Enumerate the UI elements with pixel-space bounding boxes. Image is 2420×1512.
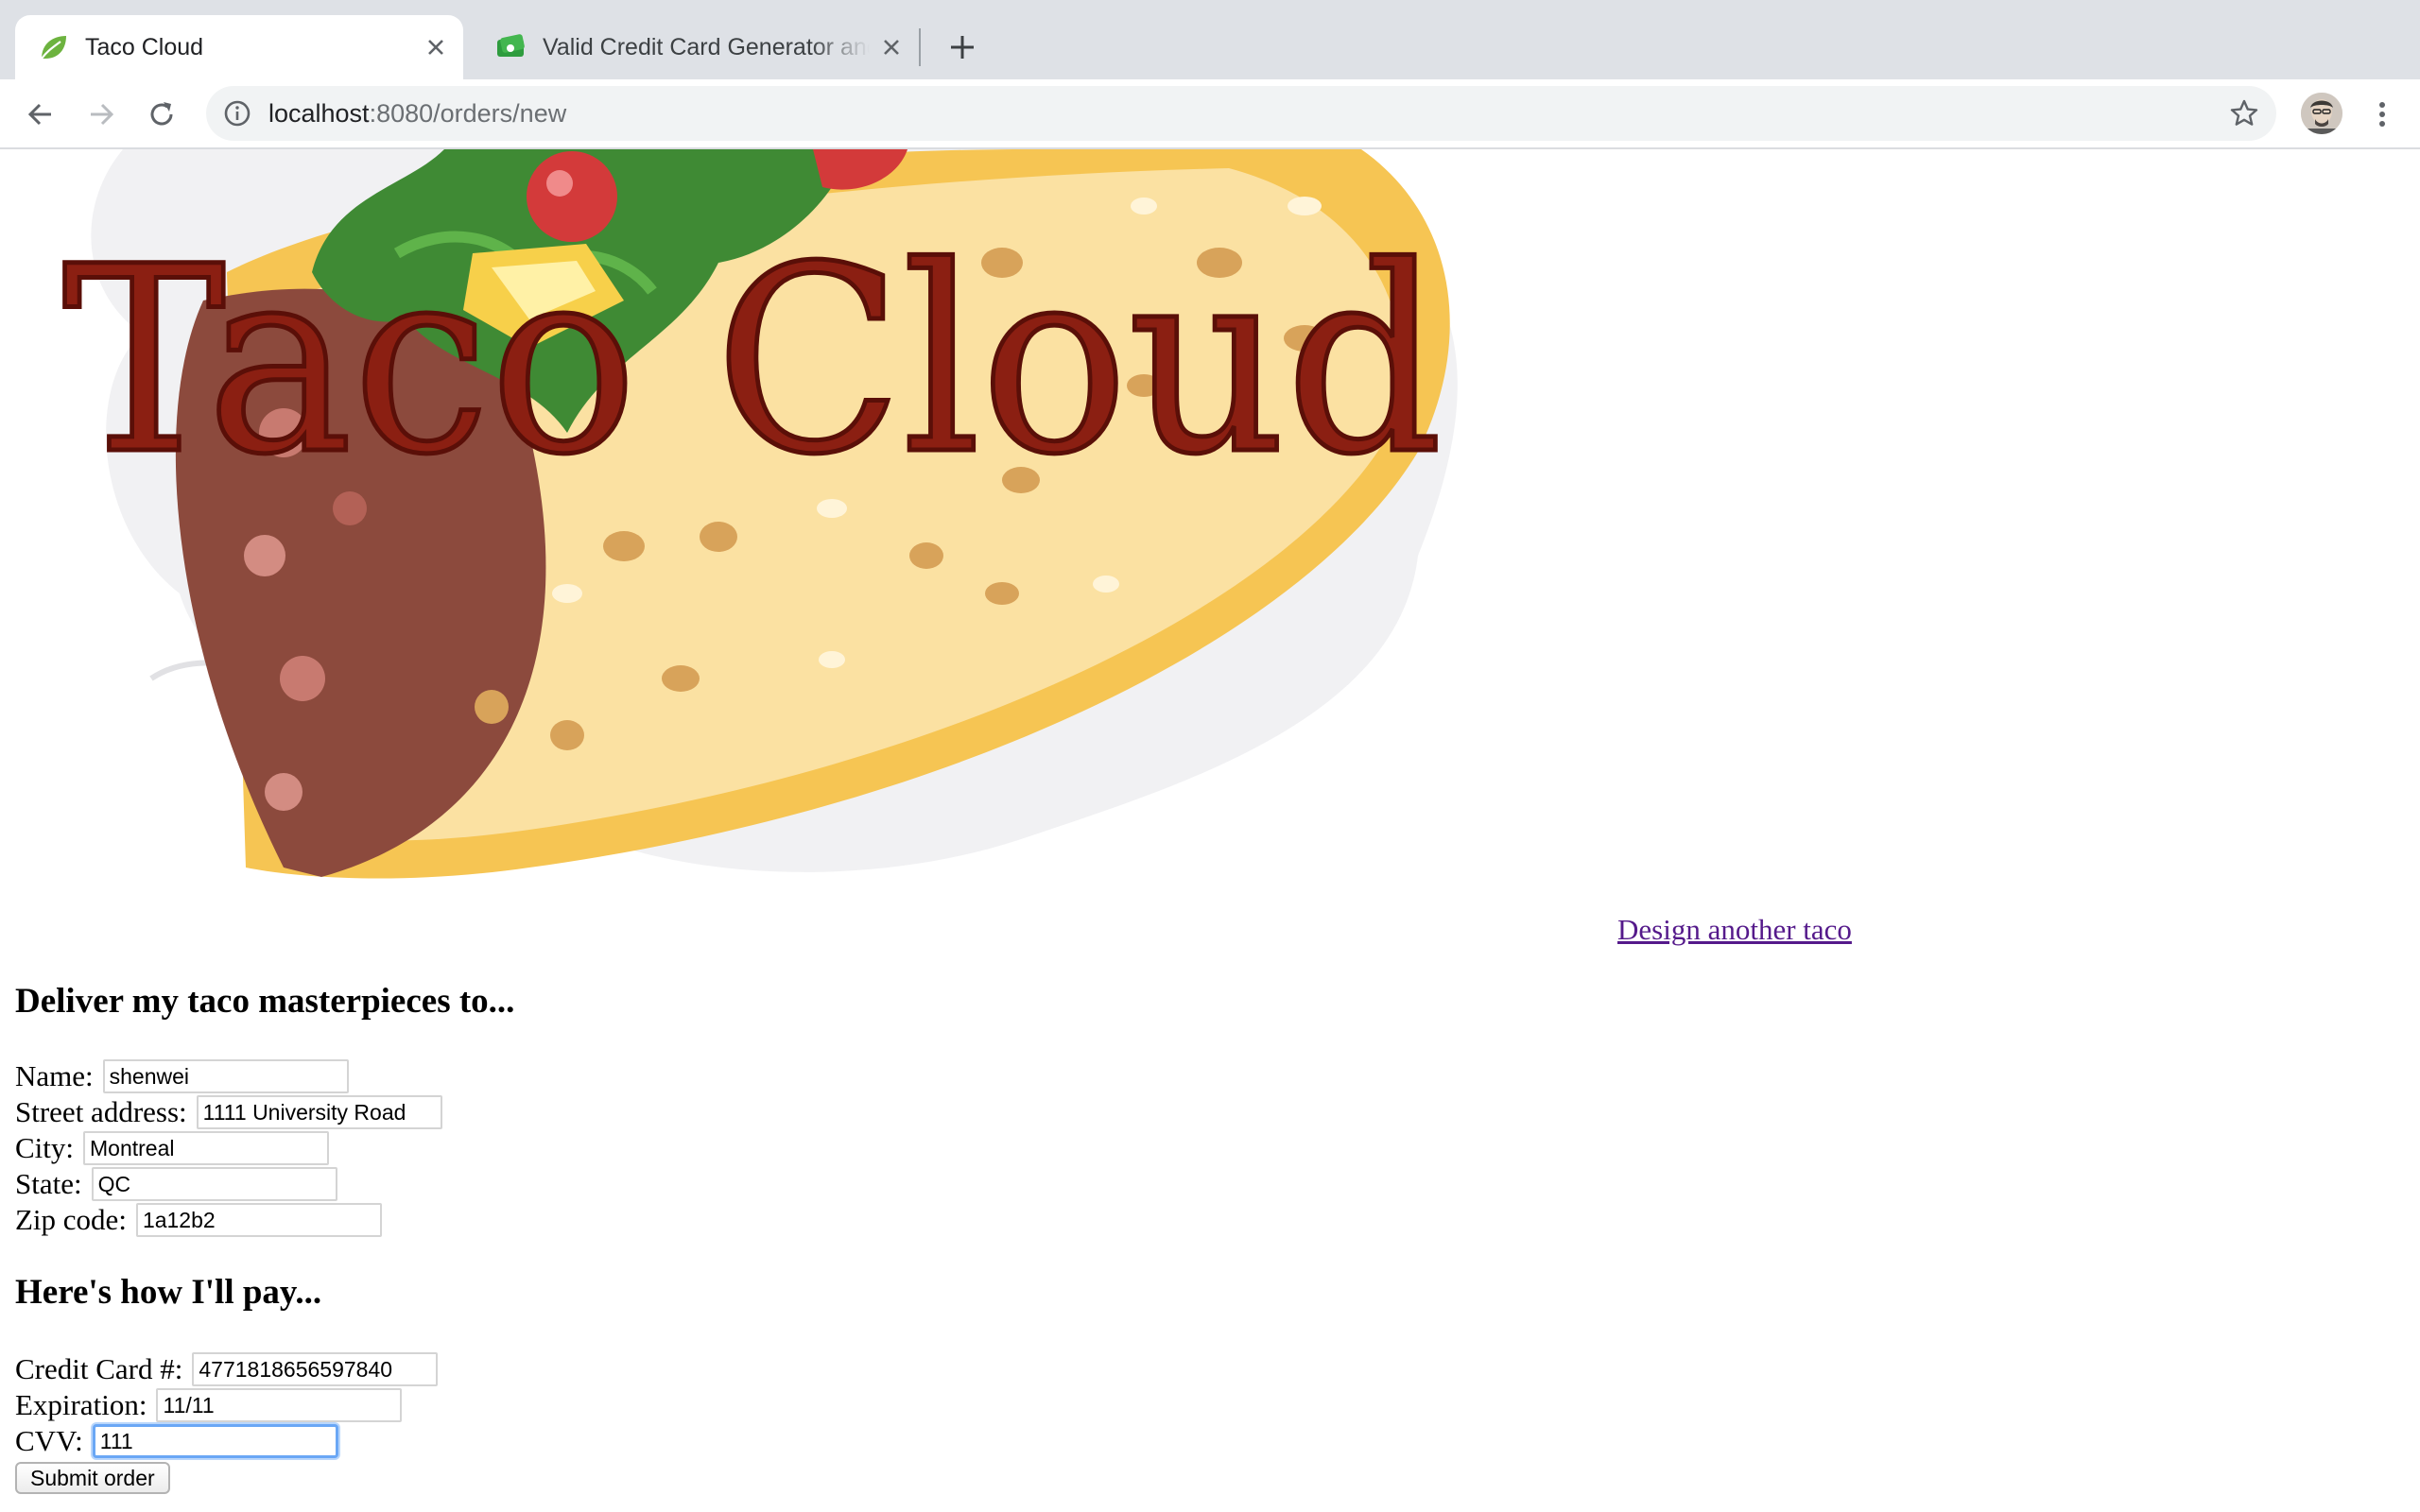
logo-text: Taco Cloud <box>62 213 1443 511</box>
expiration-row: Expiration: <box>15 1387 403 1423</box>
url-text: localhost:8080/orders/new <box>268 99 566 128</box>
credit-card-input[interactable] <box>192 1352 439 1386</box>
state-input[interactable] <box>91 1167 337 1201</box>
street-label: Street address: <box>15 1095 187 1128</box>
tab-title: Taco Cloud <box>85 33 204 60</box>
name-label: Name: <box>15 1059 94 1092</box>
browser-menu-icon[interactable] <box>2365 96 2399 132</box>
tab-separator <box>919 28 921 66</box>
close-tab-icon[interactable] <box>422 33 450 61</box>
expiration-label: Expiration: <box>15 1388 147 1421</box>
credit-card-row: Credit Card #: <box>15 1351 439 1387</box>
cvv-row: CVV: <box>15 1423 338 1459</box>
city-row: City: <box>15 1130 330 1166</box>
tab-title: Valid Credit Card Generator and <box>543 33 870 60</box>
state-row: State: <box>15 1166 337 1202</box>
city-label: City: <box>15 1131 75 1164</box>
bookmark-star-icon[interactable] <box>2229 98 2259 129</box>
tab-credit-card-generator[interactable]: Valid Credit Card Generator and <box>473 15 919 79</box>
name-row: Name: <box>15 1058 349 1094</box>
street-input[interactable] <box>196 1095 442 1129</box>
url-host: localhost <box>268 99 370 128</box>
payment-heading: Here's how I'll pay... <box>15 1273 322 1312</box>
money-card-icon <box>497 34 525 57</box>
tab-strip: Taco Cloud Valid Credit Card Generator a… <box>0 0 2420 79</box>
name-input[interactable] <box>102 1059 349 1093</box>
design-another-taco-link[interactable]: Design another taco <box>1617 913 1852 947</box>
close-tab-icon[interactable] <box>877 33 906 61</box>
user-avatar-icon <box>2301 93 2342 134</box>
taco-cloud-logo: Taco Cloud <box>60 149 1458 879</box>
new-tab-icon[interactable] <box>943 28 981 66</box>
cvv-input[interactable] <box>92 1424 338 1458</box>
page-content: Taco Cloud Design another taco Deliver m… <box>0 149 2420 1512</box>
info-icon[interactable] <box>223 99 251 128</box>
url-path: :8080/orders/new <box>369 99 567 128</box>
back-arrow-icon[interactable] <box>23 96 59 132</box>
forward-arrow-icon[interactable] <box>83 96 119 132</box>
city-input[interactable] <box>83 1131 330 1165</box>
zip-input[interactable] <box>135 1203 382 1237</box>
delivery-heading: Deliver my taco masterpieces to... <box>15 982 515 1021</box>
expiration-input[interactable] <box>156 1388 403 1422</box>
submit-order-button[interactable]: Submit order <box>15 1462 170 1494</box>
address-bar[interactable]: localhost:8080/orders/new <box>206 86 2276 141</box>
browser-toolbar: localhost:8080/orders/new <box>0 79 2420 149</box>
zip-label: Zip code: <box>15 1203 127 1236</box>
street-row: Street address: <box>15 1094 442 1130</box>
cvv-label: CVV: <box>15 1424 83 1457</box>
reload-icon[interactable] <box>144 96 180 132</box>
spring-leaf-icon <box>41 36 66 60</box>
tab-taco-cloud[interactable]: Taco Cloud <box>15 15 463 79</box>
zip-row: Zip code: <box>15 1202 382 1238</box>
credit-card-label: Credit Card #: <box>15 1352 183 1385</box>
state-label: State: <box>15 1167 82 1200</box>
profile-avatar[interactable] <box>2301 93 2342 134</box>
